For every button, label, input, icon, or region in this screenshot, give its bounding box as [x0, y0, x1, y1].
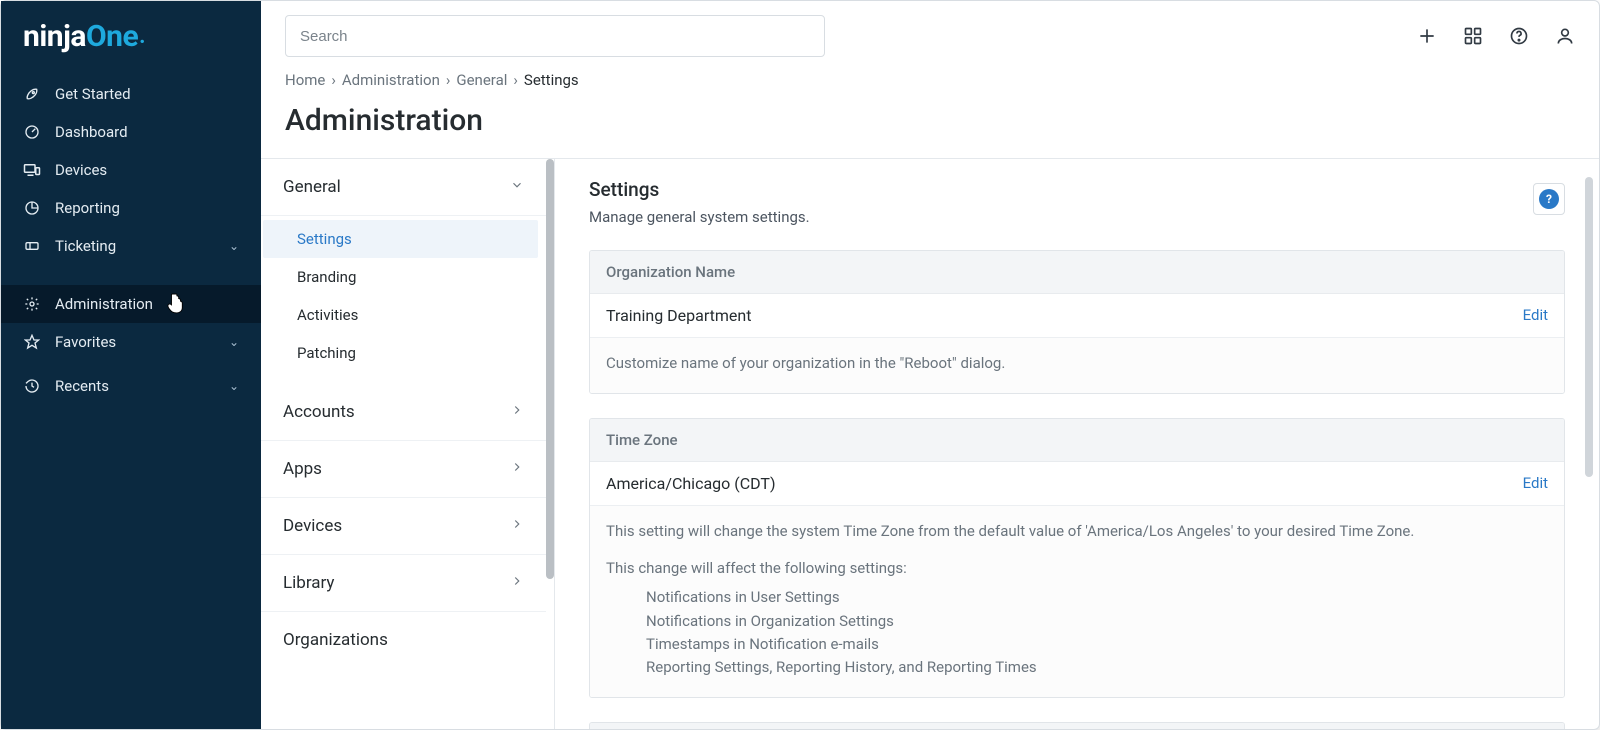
user-icon[interactable] — [1555, 26, 1575, 46]
history-icon — [23, 378, 41, 394]
topbar — [261, 1, 1599, 71]
logo: ninjaOne. — [1, 1, 261, 71]
nav-recents[interactable]: Recents ⌄ — [1, 367, 261, 405]
tz-affected-item: Timestamps in Notification e-mails — [646, 633, 1548, 656]
sidebar: ninjaOne. Get Started Dashboard Devices — [1, 1, 261, 729]
nav: Get Started Dashboard Devices Reporting — [1, 71, 261, 405]
tz-affected-item: Notifications in User Settings — [646, 586, 1548, 609]
nav-ticketing[interactable]: Ticketing ⌄ — [1, 227, 261, 265]
main: Home› Administration› General› Settings … — [261, 1, 1599, 729]
logo-text-1: ninja — [23, 19, 86, 54]
content-title: Settings — [589, 177, 810, 204]
card-time-zone: Time Zone America/Chicago (CDT) Edit Thi… — [589, 418, 1565, 699]
timezone-value: America/Chicago (CDT) — [606, 474, 776, 493]
chevron-right-icon — [510, 516, 524, 536]
chevron-down-icon: ⌄ — [229, 379, 239, 393]
chart-icon — [23, 200, 41, 216]
tz-affected-item: Notifications in Organization Settings — [646, 610, 1548, 633]
chevron-down-icon: ⌄ — [229, 239, 239, 253]
breadcrumb-current: Settings — [524, 71, 579, 89]
subnav-item-patching[interactable]: Patching — [261, 334, 546, 372]
breadcrumb: Home› Administration› General› Settings — [261, 71, 1599, 91]
scrollbar[interactable] — [1585, 177, 1593, 477]
card-help: Customize name of your organization in t… — [590, 338, 1564, 393]
subnav-section-general[interactable]: General — [261, 159, 546, 216]
subnav-section-label: Library — [283, 573, 334, 593]
nav-label: Recents — [55, 377, 215, 395]
help-icon[interactable] — [1509, 26, 1529, 46]
gear-icon — [23, 296, 41, 312]
nav-label: Get Started — [55, 85, 239, 103]
subnav-section-library[interactable]: Library — [261, 555, 546, 612]
rocket-icon — [23, 86, 41, 102]
subnav-item-activities[interactable]: Activities — [261, 296, 546, 334]
add-icon[interactable] — [1417, 26, 1437, 46]
nav-get-started[interactable]: Get Started — [1, 75, 261, 113]
nav-label: Reporting — [55, 199, 239, 217]
tz-desc-1: This setting will change the system Time… — [606, 520, 1548, 543]
nav-label: Administration — [55, 295, 239, 313]
logo-text-2: One — [86, 19, 138, 54]
chevron-right-icon — [510, 459, 524, 479]
subnav-item-settings[interactable]: Settings — [263, 220, 538, 258]
topbar-icons — [1417, 26, 1575, 46]
scrollbar[interactable] — [546, 159, 554, 579]
nav-label: Ticketing — [55, 237, 215, 255]
org-name-value: Training Department — [606, 306, 751, 325]
chevron-down-icon — [510, 177, 524, 197]
subnav-section-apps[interactable]: Apps — [261, 441, 546, 498]
search-input[interactable] — [285, 15, 825, 57]
nav-label: Devices — [55, 161, 239, 179]
subnav-section-label: Accounts — [283, 402, 355, 422]
ticket-icon — [23, 238, 41, 254]
breadcrumb-link[interactable]: General — [456, 71, 507, 89]
content-subtitle: Manage general system settings. — [589, 204, 810, 226]
breadcrumb-link[interactable]: Administration — [342, 71, 440, 89]
content: Settings Manage general system settings.… — [555, 159, 1599, 729]
devices-icon — [23, 162, 41, 178]
page-title: Administration — [261, 91, 1599, 158]
subnav-section-label: General — [283, 177, 341, 197]
apps-grid-icon[interactable] — [1463, 26, 1483, 46]
edit-link[interactable]: Edit — [1523, 474, 1548, 492]
breadcrumb-link[interactable]: Home — [285, 71, 325, 89]
help-button[interactable]: ? — [1533, 183, 1565, 215]
card-header: Locale — [590, 723, 1564, 729]
star-icon — [23, 334, 41, 350]
edit-link[interactable]: Edit — [1523, 306, 1548, 324]
tz-desc-2: This change will affect the following se… — [606, 543, 1548, 580]
card-help: This setting will change the system Time… — [590, 506, 1564, 698]
subnav-section-label: Organizations — [283, 630, 388, 650]
chevron-right-icon — [510, 573, 524, 593]
nav-label: Dashboard — [55, 123, 239, 141]
nav-devices[interactable]: Devices — [1, 151, 261, 189]
logo-dot: . — [139, 24, 145, 49]
question-icon: ? — [1539, 189, 1559, 209]
chevron-down-icon: ⌄ — [229, 335, 239, 349]
card-locale: Locale English, United States (en-US) Ed… — [589, 722, 1565, 729]
tz-affected-item: Reporting Settings, Reporting History, a… — [646, 656, 1548, 679]
card-header: Time Zone — [590, 419, 1564, 462]
gauge-icon — [23, 124, 41, 140]
nav-favorites[interactable]: Favorites ⌄ — [1, 323, 261, 361]
nav-label: Favorites — [55, 333, 215, 351]
nav-reporting[interactable]: Reporting — [1, 189, 261, 227]
subnav-section-label: Apps — [283, 459, 322, 479]
subnav-section-devices[interactable]: Devices — [261, 498, 546, 555]
nav-dashboard[interactable]: Dashboard — [1, 113, 261, 151]
card-organization-name: Organization Name Training Department Ed… — [589, 250, 1565, 394]
subnav-section-organizations[interactable]: Organizations — [261, 612, 546, 668]
subnav-section-accounts[interactable]: Accounts — [261, 384, 546, 441]
card-header: Organization Name — [590, 251, 1564, 294]
nav-administration[interactable]: Administration — [1, 285, 261, 323]
chevron-right-icon — [510, 402, 524, 422]
subnav: General Settings Branding Activities Pat… — [261, 159, 555, 729]
subnav-section-label: Devices — [283, 516, 342, 536]
subnav-item-branding[interactable]: Branding — [261, 258, 546, 296]
